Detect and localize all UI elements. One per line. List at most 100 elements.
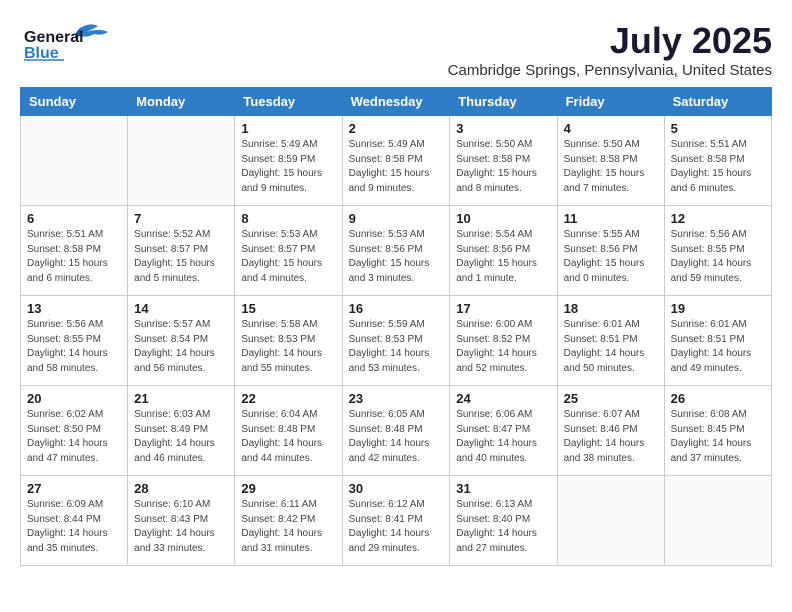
day-info: Sunrise: 6:08 AMSunset: 8:45 PMDaylight:… xyxy=(671,408,765,466)
location-title: Cambridge Springs, Pennsylvania, United … xyxy=(448,62,772,79)
calendar-cell: 25Sunrise: 6:07 AMSunset: 8:46 PMDayligh… xyxy=(557,386,664,476)
calendar-cell: 21 Sunrise: 6:03 AMSunset: 8:49 PMDayligh… xyxy=(128,386,235,476)
title-section: July 2025 Cambridge Springs, Pennsylvani… xyxy=(448,20,772,79)
day-info: Sunrise: 6:01 AMSunset: 8:51 PMDaylight:… xyxy=(671,318,765,376)
day-info: Sunrise: 5:56 AMSunset: 8:55 PMDaylight:… xyxy=(671,228,765,286)
day-info: Sunrise: 5:58 AMSunset: 8:53 PMDaylight:… xyxy=(241,318,335,376)
header-saturday: Saturday xyxy=(664,88,771,116)
header-sunday: Sunday xyxy=(21,88,128,116)
day-number: 7 xyxy=(134,211,228,226)
day-number: 30 xyxy=(349,481,444,496)
calendar-week-3: 13 Sunrise: 5:56 AMSunset: 8:55 PMDayligh… xyxy=(21,296,772,386)
day-number: 13 xyxy=(27,301,121,316)
calendar-cell: 9 Sunrise: 5:53 AMSunset: 8:56 PMDaylight… xyxy=(342,206,450,296)
day-info: Sunrise: 6:05 AMSunset: 8:48 PMDaylight:… xyxy=(349,408,444,466)
calendar-cell: 15 Sunrise: 5:58 AMSunset: 8:53 PMDayligh… xyxy=(235,296,342,386)
calendar-cell: 12 Sunrise: 5:56 AMSunset: 8:55 PMDayligh… xyxy=(664,206,771,296)
calendar-cell: 22 Sunrise: 6:04 AMSunset: 8:48 PMDayligh… xyxy=(235,386,342,476)
calendar-cell: 14 Sunrise: 5:57 AMSunset: 8:54 PMDayligh… xyxy=(128,296,235,386)
calendar-week-1: 1Sunrise: 5:49 AMSunset: 8:59 PMDaylight… xyxy=(21,116,772,206)
day-info: Sunrise: 5:59 AMSunset: 8:53 PMDaylight:… xyxy=(349,318,444,376)
calendar-cell: 8Sunrise: 5:53 AMSunset: 8:57 PMDaylight… xyxy=(235,206,342,296)
header-friday: Friday xyxy=(557,88,664,116)
day-number: 29 xyxy=(241,481,335,496)
day-number: 19 xyxy=(671,301,765,316)
day-info: Sunrise: 5:53 AMSunset: 8:56 PMDaylight:… xyxy=(349,228,444,286)
calendar-cell xyxy=(21,116,128,206)
logo: General Blue xyxy=(20,20,130,64)
calendar-cell: 5Sunrise: 5:51 AMSunset: 8:58 PMDaylight… xyxy=(664,116,771,206)
month-title: July 2025 xyxy=(448,20,772,62)
day-info: Sunrise: 5:56 AMSunset: 8:55 PMDaylight:… xyxy=(27,318,121,376)
day-number: 28 xyxy=(134,481,228,496)
day-number: 15 xyxy=(241,301,335,316)
calendar-cell: 26 Sunrise: 6:08 AMSunset: 8:45 PMDayligh… xyxy=(664,386,771,476)
calendar-cell: 30Sunrise: 6:12 AMSunset: 8:41 PMDayligh… xyxy=(342,476,450,566)
day-info: Sunrise: 6:00 AMSunset: 8:52 PMDaylight:… xyxy=(456,318,550,376)
day-info: Sunrise: 5:50 AMSunset: 8:58 PMDaylight:… xyxy=(456,138,550,196)
header-wednesday: Wednesday xyxy=(342,88,450,116)
calendar-cell: 29 Sunrise: 6:11 AMSunset: 8:42 PMDayligh… xyxy=(235,476,342,566)
day-number: 25 xyxy=(564,391,658,406)
day-number: 12 xyxy=(671,211,765,226)
day-number: 9 xyxy=(349,211,444,226)
calendar-cell xyxy=(557,476,664,566)
day-number: 22 xyxy=(241,391,335,406)
calendar-cell: 27 Sunrise: 6:09 AMSunset: 8:44 PMDayligh… xyxy=(21,476,128,566)
day-info: Sunrise: 5:57 AMSunset: 8:54 PMDaylight:… xyxy=(134,318,228,376)
calendar-week-5: 27 Sunrise: 6:09 AMSunset: 8:44 PMDayligh… xyxy=(21,476,772,566)
day-number: 18 xyxy=(564,301,658,316)
day-number: 26 xyxy=(671,391,765,406)
calendar-cell: 17 Sunrise: 6:00 AMSunset: 8:52 PMDayligh… xyxy=(450,296,557,386)
day-info: Sunrise: 6:03 AMSunset: 8:49 PMDaylight:… xyxy=(134,408,228,466)
calendar-cell: 24Sunrise: 6:06 AMSunset: 8:47 PMDayligh… xyxy=(450,386,557,476)
day-number: 3 xyxy=(456,121,550,136)
day-info: Sunrise: 5:50 AMSunset: 8:58 PMDaylight:… xyxy=(564,138,658,196)
day-info: Sunrise: 6:13 AMSunset: 8:40 PMDaylight:… xyxy=(456,498,550,556)
calendar-cell: 20 Sunrise: 6:02 AMSunset: 8:50 PMDayligh… xyxy=(21,386,128,476)
day-number: 16 xyxy=(349,301,444,316)
day-number: 11 xyxy=(564,211,658,226)
calendar-cell: 18 Sunrise: 6:01 AMSunset: 8:51 PMDayligh… xyxy=(557,296,664,386)
day-info: Sunrise: 5:52 AMSunset: 8:57 PMDaylight:… xyxy=(134,228,228,286)
calendar-cell: 2 Sunrise: 5:49 AMSunset: 8:58 PMDaylight… xyxy=(342,116,450,206)
day-number: 2 xyxy=(349,121,444,136)
header-tuesday: Tuesday xyxy=(235,88,342,116)
calendar-cell: 28 Sunrise: 6:10 AMSunset: 8:43 PMDayligh… xyxy=(128,476,235,566)
calendar-cell: 4 Sunrise: 5:50 AMSunset: 8:58 PMDaylight… xyxy=(557,116,664,206)
day-info: Sunrise: 5:49 AMSunset: 8:58 PMDaylight:… xyxy=(349,138,444,196)
day-number: 27 xyxy=(27,481,121,496)
day-number: 1 xyxy=(241,121,335,136)
day-info: Sunrise: 6:04 AMSunset: 8:48 PMDaylight:… xyxy=(241,408,335,466)
day-number: 20 xyxy=(27,391,121,406)
day-info: Sunrise: 5:51 AMSunset: 8:58 PMDaylight:… xyxy=(27,228,121,286)
calendar-cell: 13 Sunrise: 5:56 AMSunset: 8:55 PMDayligh… xyxy=(21,296,128,386)
calendar-cell: 7 Sunrise: 5:52 AMSunset: 8:57 PMDaylight… xyxy=(128,206,235,296)
calendar-cell: 1Sunrise: 5:49 AMSunset: 8:59 PMDaylight… xyxy=(235,116,342,206)
logo-svg: General Blue xyxy=(20,20,130,64)
day-info: Sunrise: 6:10 AMSunset: 8:43 PMDaylight:… xyxy=(134,498,228,556)
day-number: 14 xyxy=(134,301,228,316)
calendar-table: SundayMondayTuesdayWednesdayThursdayFrid… xyxy=(20,87,772,566)
calendar-week-4: 20 Sunrise: 6:02 AMSunset: 8:50 PMDayligh… xyxy=(21,386,772,476)
calendar-cell: 3 Sunrise: 5:50 AMSunset: 8:58 PMDaylight… xyxy=(450,116,557,206)
day-info: Sunrise: 5:55 AMSunset: 8:56 PMDaylight:… xyxy=(564,228,658,286)
day-info: Sunrise: 6:09 AMSunset: 8:44 PMDaylight:… xyxy=(27,498,121,556)
day-number: 17 xyxy=(456,301,550,316)
header-thursday: Thursday xyxy=(450,88,557,116)
calendar-cell: 16 Sunrise: 5:59 AMSunset: 8:53 PMDayligh… xyxy=(342,296,450,386)
day-number: 5 xyxy=(671,121,765,136)
day-number: 21 xyxy=(134,391,228,406)
calendar-week-2: 6Sunrise: 5:51 AMSunset: 8:58 PMDaylight… xyxy=(21,206,772,296)
calendar-cell: 19 Sunrise: 6:01 AMSunset: 8:51 PMDayligh… xyxy=(664,296,771,386)
calendar-cell: 10Sunrise: 5:54 AMSunset: 8:56 PMDayligh… xyxy=(450,206,557,296)
day-info: Sunrise: 6:11 AMSunset: 8:42 PMDaylight:… xyxy=(241,498,335,556)
day-info: Sunrise: 6:01 AMSunset: 8:51 PMDaylight:… xyxy=(564,318,658,376)
day-info: Sunrise: 5:53 AMSunset: 8:57 PMDaylight:… xyxy=(241,228,335,286)
day-number: 4 xyxy=(564,121,658,136)
day-info: Sunrise: 6:02 AMSunset: 8:50 PMDaylight:… xyxy=(27,408,121,466)
day-number: 23 xyxy=(349,391,444,406)
page-header: General Blue July 2025 Cambridge Springs… xyxy=(20,20,772,79)
day-info: Sunrise: 5:54 AMSunset: 8:56 PMDaylight:… xyxy=(456,228,550,286)
calendar-cell: 11 Sunrise: 5:55 AMSunset: 8:56 PMDayligh… xyxy=(557,206,664,296)
